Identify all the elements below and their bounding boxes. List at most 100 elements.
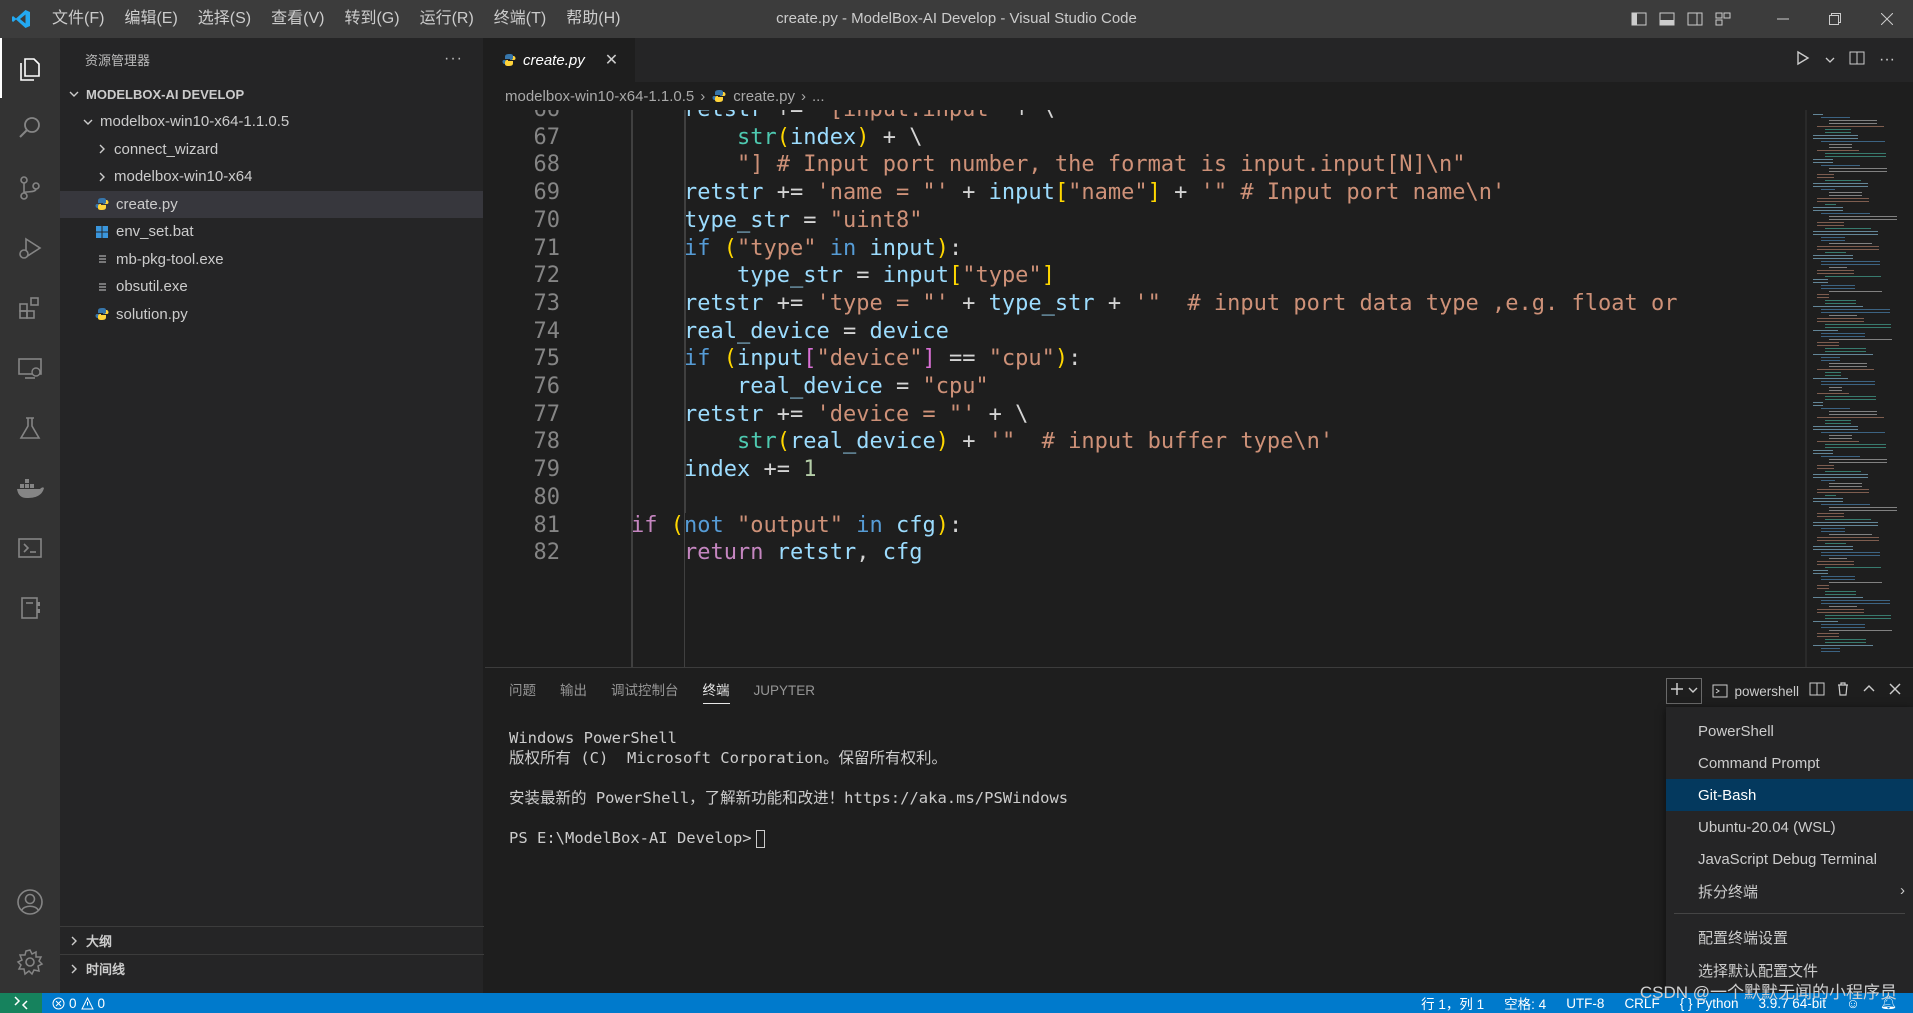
menu-item[interactable]: 转到(G) [334,0,409,38]
docker-icon[interactable] [0,458,60,518]
breadcrumb-folder[interactable]: modelbox-win10-x64-1.1.0.5 [505,88,694,105]
menu-item-config[interactable]: 选择默认配置文件 [1666,954,1913,986]
code-token: index [684,457,751,483]
line-number: 75 [533,346,561,372]
kill-terminal-icon[interactable] [1835,681,1851,701]
breadcrumb-symbol[interactable]: ... [812,88,825,105]
code-token: real_device [684,318,830,344]
remote-indicator-icon[interactable] [0,993,42,1013]
menu-item[interactable]: 选择(S) [188,0,261,38]
tree-item[interactable]: solution.py [60,301,483,329]
menu-item[interactable]: 查看(V) [261,0,334,38]
menu-item[interactable]: 运行(R) [410,0,484,38]
menu-item-profile[interactable]: PowerShell [1666,715,1913,747]
chevron-right-icon [66,961,82,977]
language-mode[interactable]: { } Python [1680,996,1739,1011]
minimap-line [1825,519,1871,521]
notifications-bell-icon[interactable]: 🔔︎ [1880,995,1897,1011]
tree-item[interactable]: mb-pkg-tool.exe [60,246,483,274]
terminal-view-icon[interactable] [0,518,60,578]
code-text: if (not "output" in cfg): [631,512,962,540]
menu-item[interactable]: 编辑(E) [114,0,187,38]
customize-layout-icon[interactable] [1709,0,1737,38]
panel-tab[interactable]: 输出 [560,668,587,714]
tree-item[interactable]: connect_wizard [60,136,483,164]
outline-section[interactable]: 大纲 [60,926,484,954]
panel-tab[interactable]: 问题 [509,668,536,714]
menu-item-profile[interactable]: JavaScript Debug Terminal [1666,843,1913,875]
restore-icon[interactable] [1809,0,1861,38]
split-editor-icon[interactable] [1849,50,1865,70]
more-editor-actions-icon[interactable]: ··· [1879,51,1895,69]
source-control-icon[interactable] [0,158,60,218]
tree-item[interactable]: create.py [60,190,483,218]
notebook-icon[interactable] [0,578,60,638]
more-actions-icon[interactable]: ··· [444,50,463,68]
minimap-line [1825,447,1886,449]
problems-status[interactable]: 0 0 [52,996,105,1011]
minimize-icon[interactable] [1757,0,1809,38]
encoding-status[interactable]: UTF-8 [1566,996,1604,1011]
chevron-down-icon [66,86,82,102]
minimap-line [1813,114,1823,116]
tree-item[interactable]: modelbox-win10-x64 [60,163,483,191]
close-tab-icon[interactable]: ✕ [605,50,618,70]
code-text: real_device = device [684,318,949,346]
menu-item-profile[interactable]: Command Prompt [1666,747,1913,779]
menu-item[interactable]: 终端(T) [484,0,556,38]
testing-icon[interactable] [0,398,60,458]
python-interpreter[interactable]: 3.9.7 64-bit [1759,996,1827,1011]
run-debug-icon[interactable] [0,218,60,278]
menu-item-profile[interactable]: Ubuntu-20.04 (WSL) [1666,811,1913,843]
eol-status[interactable]: CRLF [1624,996,1659,1011]
code-token: + \ [869,124,923,150]
terminal-output[interactable]: Windows PowerShell 版权所有 (C) Microsoft Cor… [509,728,1068,848]
panel-tab[interactable]: 调试控制台 [611,668,679,714]
workspace-section-header[interactable]: MODELBOX-AI DEVELOP [60,80,483,108]
new-terminal-button[interactable] [1666,678,1703,704]
menu-item-profile[interactable]: 拆分终端 › [1666,875,1913,907]
remote-explorer-icon[interactable] [0,338,60,398]
launch-profile-chevron-icon[interactable] [1687,683,1699,700]
breadcrumb-file[interactable]: create.py [733,88,795,105]
run-python-file-icon[interactable] [1795,50,1811,70]
split-terminal-icon[interactable] [1809,681,1825,701]
timeline-section[interactable]: 时间线 [60,954,484,982]
menu-item[interactable]: 帮助(H) [556,0,630,38]
minimap-line [1821,189,1835,191]
code-editor[interactable]: 66retstr += "[input.input" + \67str(inde… [485,110,1913,667]
minimap-line [1817,225,1844,227]
close-window-icon[interactable] [1861,0,1913,38]
minimap-slider[interactable] [1805,110,1807,667]
menu-item-config[interactable]: 配置终端设置 [1666,921,1913,953]
close-panel-icon[interactable] [1887,681,1903,701]
minimap[interactable] [1805,110,1913,667]
menu-item[interactable]: 文件(F) [42,0,114,38]
run-dropdown-chevron-icon[interactable] [1825,52,1835,69]
settings-gear-icon[interactable] [0,932,60,992]
account-icon[interactable] [0,872,60,932]
code-token: ] [1147,180,1161,206]
indentation-status[interactable]: 空格: 4 [1504,993,1546,1013]
panel-tab[interactable]: JUPYTER [754,668,816,714]
extensions-icon[interactable] [0,278,60,338]
panel-tab[interactable]: 终端 [702,668,730,714]
terminal-selector[interactable]: powershell [1712,683,1799,699]
toggle-secondary-sidebar-icon[interactable] [1681,0,1709,38]
line-number: 71 [533,235,561,261]
menu-item-profile[interactable]: Git-Bash [1666,779,1913,811]
tree-folder-root[interactable]: modelbox-win10-x64-1.1.0.5 [60,108,483,136]
plus-icon[interactable] [1669,681,1685,701]
cursor-position[interactable]: 行 1，列 1 [1421,993,1484,1013]
maximize-panel-icon[interactable] [1861,681,1877,701]
toggle-panel-icon[interactable] [1653,0,1681,38]
feedback-icon[interactable]: ☺ [1846,996,1860,1011]
toggle-sidebar-icon[interactable] [1625,0,1653,38]
search-icon[interactable] [0,98,60,158]
explorer-icon[interactable] [0,38,60,98]
minimap-line [1817,174,1834,176]
code-token: += [763,401,817,427]
tree-item[interactable]: obsutil.exe [60,273,483,301]
tree-item[interactable]: env_set.bat [60,218,483,246]
tab-create-py[interactable]: create.py ✕ [485,38,635,82]
